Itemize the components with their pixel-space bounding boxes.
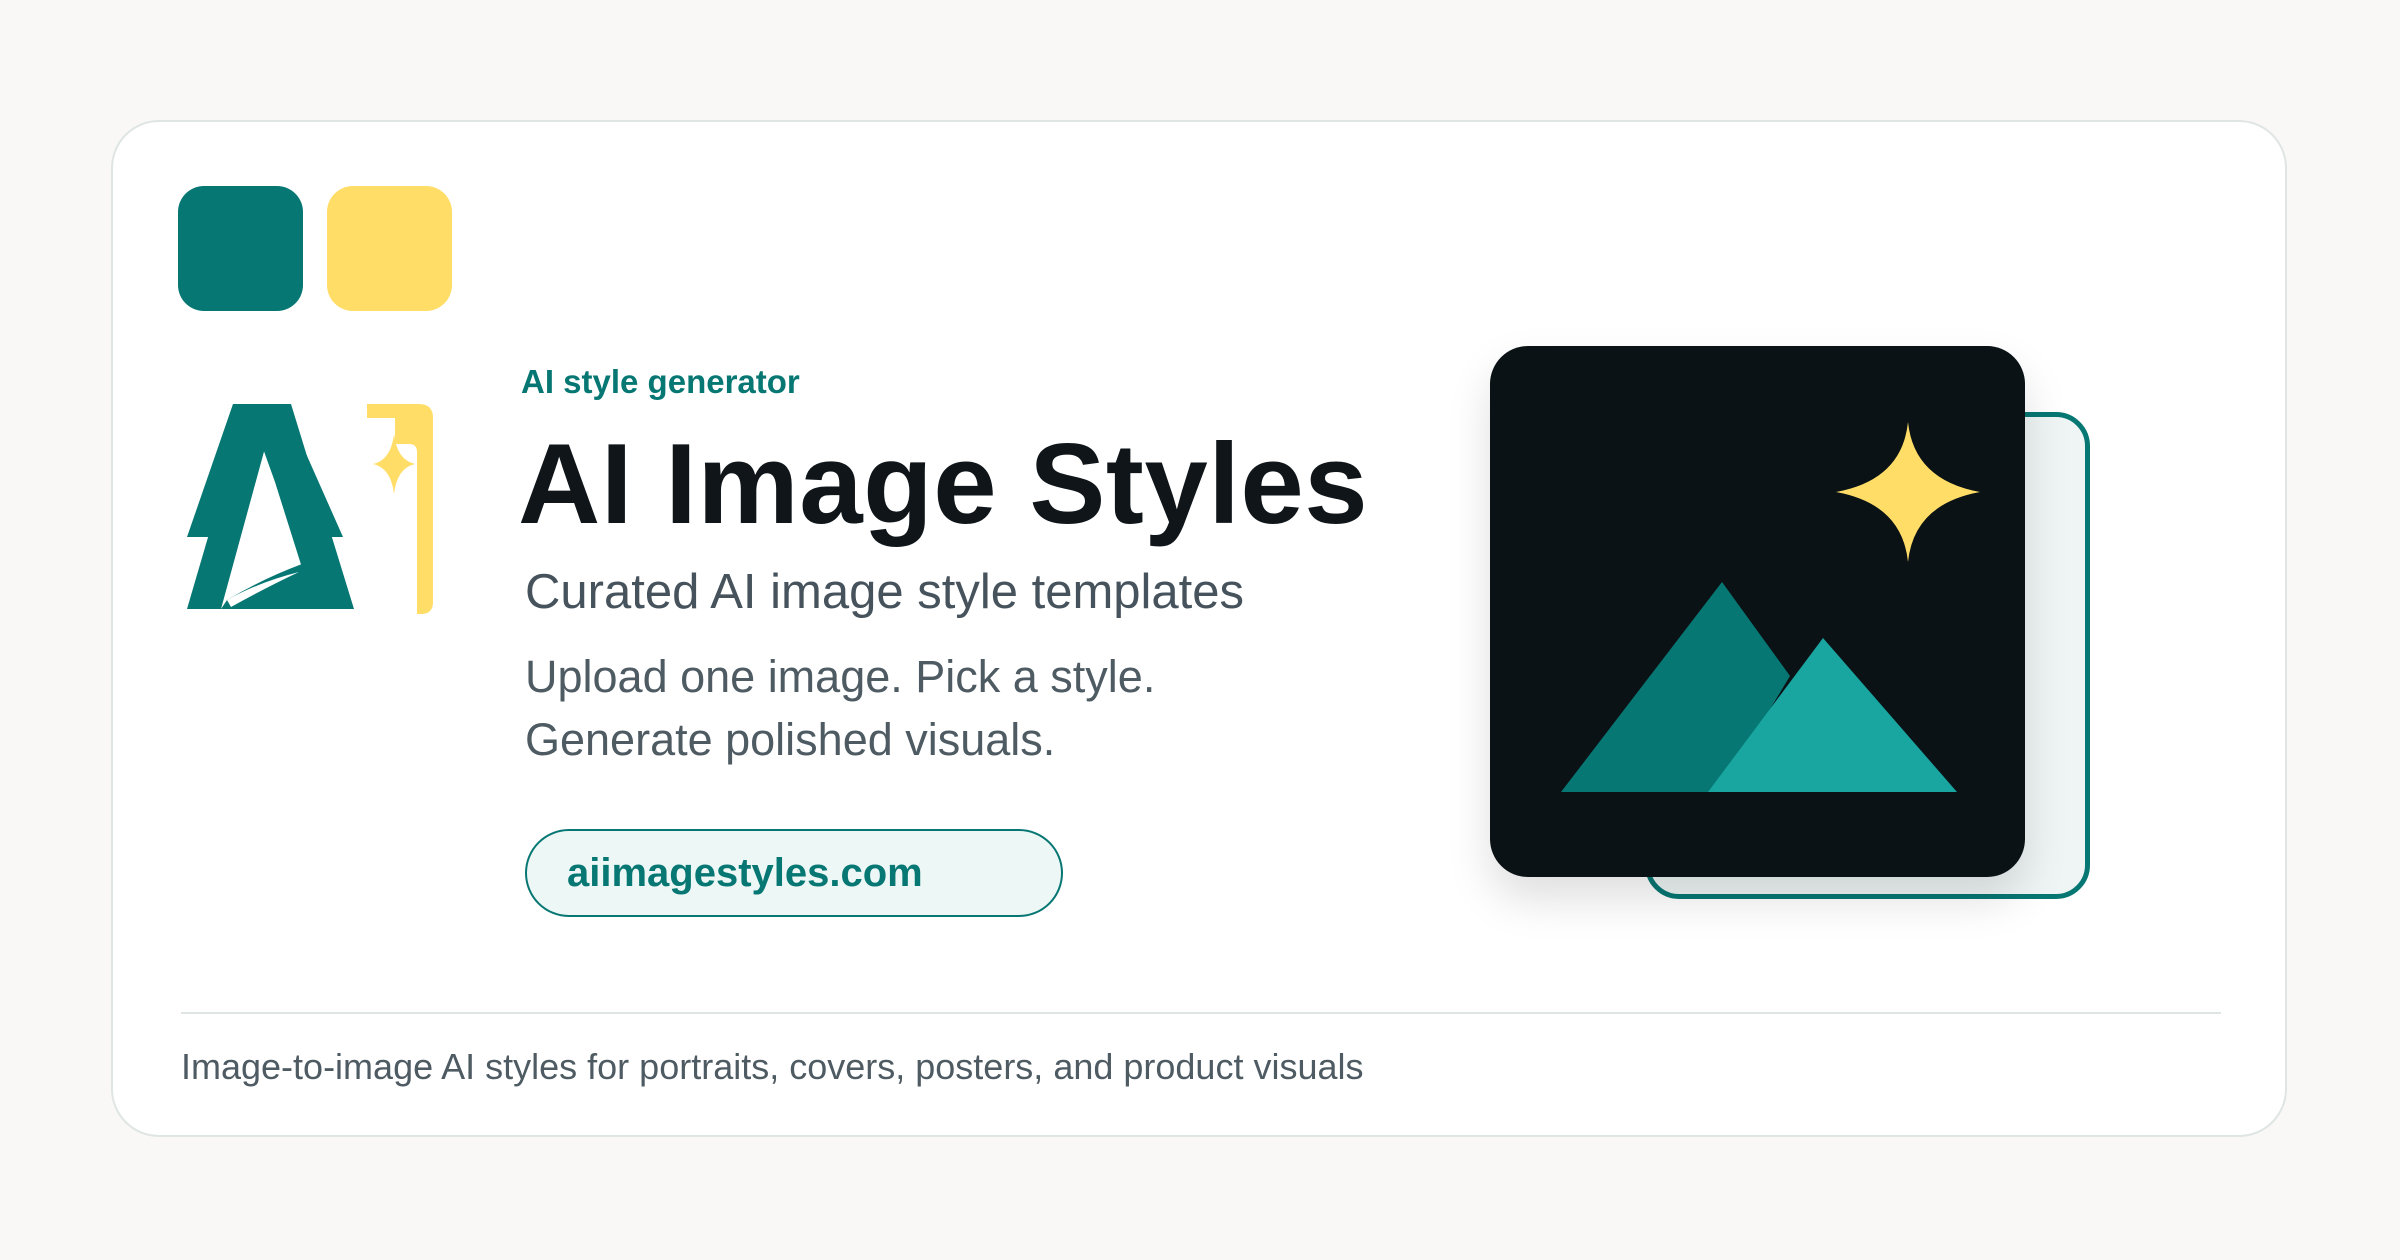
description-line: Generate polished visuals. — [525, 714, 1056, 765]
website-link[interactable]: aiimagestyles.com — [525, 829, 1063, 917]
teal-swatch — [178, 186, 303, 311]
yellow-swatch — [327, 186, 452, 311]
footer-text: Image-to-image AI styles for portraits, … — [181, 1046, 1364, 1087]
subtitle: Curated AI image style templates — [525, 565, 1245, 619]
image-sparkle-icon — [1490, 346, 2025, 877]
ai-logo-icon — [187, 404, 433, 614]
description-line: Upload one image. Pick a style. — [525, 651, 1156, 702]
hero-card: AI style generator AI Image Styles Curat… — [111, 120, 2287, 1137]
eyebrow-label: AI style generator — [521, 363, 800, 400]
page-title: AI Image Styles — [518, 421, 1369, 548]
divider — [181, 1012, 2221, 1014]
